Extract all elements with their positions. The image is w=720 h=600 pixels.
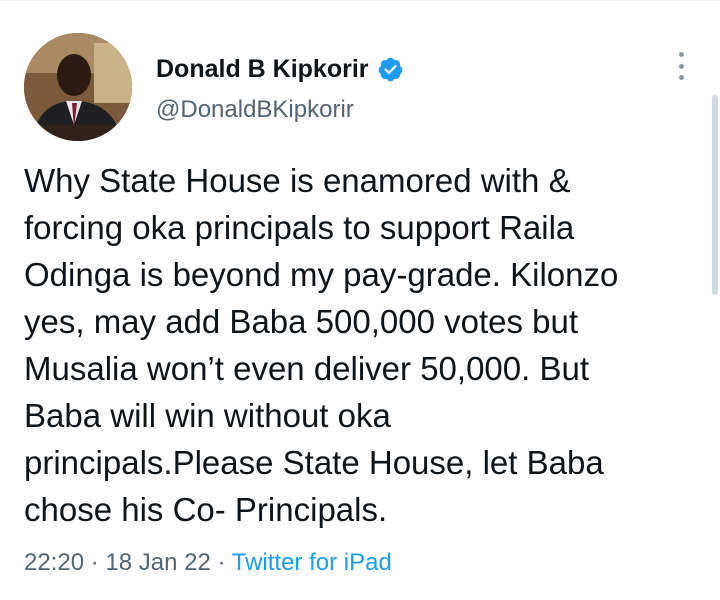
- author-display-name[interactable]: Donald B Kipkorir: [156, 55, 369, 84]
- tweet-text: Why State House is enamored with & forci…: [24, 157, 694, 533]
- separator: ·: [217, 549, 226, 576]
- tweet-line: Baba will win without oka: [24, 397, 391, 434]
- tweet-line: Why State House is enamored with &: [24, 162, 571, 199]
- separator: ·: [90, 549, 99, 576]
- scrollbar[interactable]: [712, 95, 718, 295]
- tweet-source-link[interactable]: Twitter for iPad: [232, 549, 392, 576]
- top-divider: [0, 0, 720, 1]
- tweet-date[interactable]: 18 Jan 22: [105, 549, 210, 576]
- verified-badge-icon: [378, 57, 402, 81]
- tweet-time[interactable]: 22:20: [24, 549, 84, 576]
- tweet-line: chose his Co- Principals.: [24, 491, 388, 528]
- tweet-line: Musalia won’t even deliver 50,000. But: [24, 350, 589, 387]
- author-handle[interactable]: @DonaldBKipkorir: [156, 96, 354, 124]
- avatar[interactable]: [24, 33, 132, 141]
- author-name-row: Donald B Kipkorir: [156, 54, 404, 84]
- tweet-line: principals.Please State House, let Baba: [24, 444, 604, 481]
- more-vertical-icon[interactable]: [672, 50, 690, 82]
- tweet-line: forcing oka principals to support Raila: [24, 209, 575, 246]
- tweet-line: Odinga is beyond my pay-grade. Kilonzo: [24, 256, 619, 293]
- tweet-line: yes, may add Baba 500,000 votes but: [24, 303, 579, 340]
- tweet-metadata: 22:20 · 18 Jan 22 · Twitter for iPad: [24, 549, 392, 577]
- avatar-photo: [24, 33, 132, 141]
